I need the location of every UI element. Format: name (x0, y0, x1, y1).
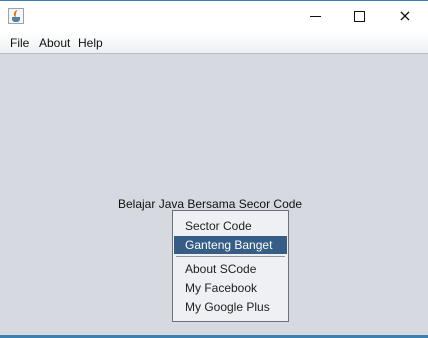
popup-separator (176, 256, 285, 257)
java-cup-icon[interactable] (8, 8, 24, 24)
popup-item-about-scode[interactable]: About SCode (174, 260, 287, 278)
close-button[interactable]: × (382, 1, 428, 31)
main-label: Belajar Java Bersama Secor Code (118, 197, 303, 211)
popup-item-my-facebook[interactable]: My Facebook (174, 279, 287, 297)
minimize-icon (309, 15, 321, 17)
minimize-button[interactable] (292, 1, 338, 31)
popup-item-ganteng-banget[interactable]: Ganteng Banget (174, 236, 287, 254)
app-window: × File About Help Belajar Java Bersama S… (0, 0, 428, 338)
title-bar[interactable]: × (0, 1, 428, 32)
close-icon: × (398, 6, 412, 25)
cup-mark (12, 17, 20, 22)
menu-help[interactable]: Help (78, 36, 103, 50)
popup-menu: Sector Code Ganteng Banget About SCode M… (172, 210, 289, 322)
maximize-button[interactable] (336, 1, 382, 31)
steam-mark (13, 10, 21, 17)
menu-about[interactable]: About (39, 36, 70, 50)
popup-item-sector-code[interactable]: Sector Code (174, 217, 287, 235)
maximize-icon (353, 10, 365, 22)
popup-item-my-google-plus[interactable]: My Google Plus (174, 298, 287, 316)
menu-file[interactable]: File (10, 36, 29, 50)
menu-bar: File About Help (0, 32, 428, 54)
